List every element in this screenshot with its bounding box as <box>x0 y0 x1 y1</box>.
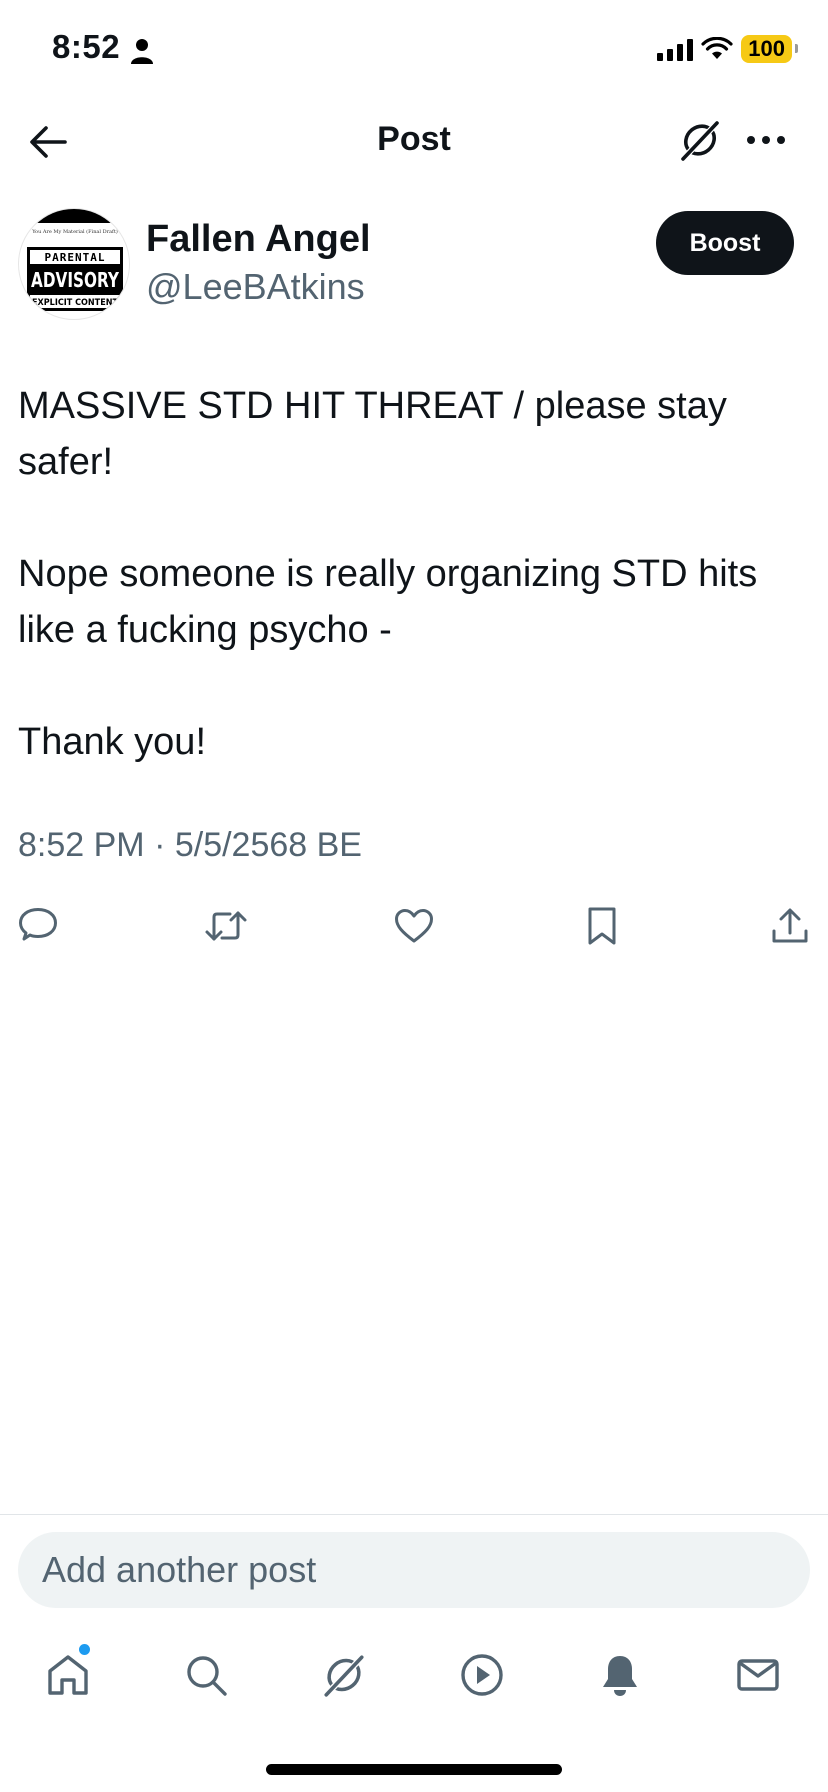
bookmark-button[interactable] <box>574 898 630 954</box>
home-icon <box>48 1655 88 1695</box>
svg-text:You Are My Material (Final Dra: You Are My Material (Final Draft) <box>31 228 118 235</box>
repost-icon <box>205 911 247 941</box>
tab-notifications[interactable] <box>590 1640 650 1710</box>
svg-text:ADVISORY: ADVISORY <box>31 268 119 292</box>
share-icon <box>772 908 808 943</box>
svg-text:EXPLICIT CONTENT: EXPLICIT CONTENT <box>32 298 119 308</box>
parental-advisory-logo: You Are My Material (Final Draft) PARENT… <box>19 209 129 311</box>
post-timestamp[interactable]: 8:52 PM · 5/5/2568 BE <box>18 826 362 865</box>
person-icon <box>131 39 153 64</box>
post-header: Post <box>0 100 828 180</box>
mail-icon <box>737 1659 779 1691</box>
tab-search[interactable] <box>176 1640 236 1710</box>
bookmark-icon <box>588 907 616 945</box>
svg-text:PARENTAL: PARENTAL <box>45 251 106 264</box>
post-paragraph: Nope someone is really organizing STD hi… <box>18 553 758 651</box>
like-button[interactable] <box>386 898 442 954</box>
share-button[interactable] <box>762 898 818 954</box>
author-name[interactable]: Fallen Angel <box>146 218 371 261</box>
more-options-button[interactable] <box>738 116 794 164</box>
grok-icon <box>679 119 721 162</box>
grok-icon <box>322 1654 366 1698</box>
heart-icon <box>395 909 433 943</box>
reply-icon <box>19 908 57 941</box>
notification-dot <box>79 1644 90 1655</box>
reply-input[interactable]: Add another post <box>18 1532 810 1608</box>
more-horizontal-icon <box>747 136 785 144</box>
grok-button[interactable] <box>676 116 724 164</box>
battery-indicator: 100 <box>741 35 798 63</box>
post-paragraph: Thank you! <box>18 721 206 763</box>
cellular-signal-icon <box>657 37 694 61</box>
tab-messages[interactable] <box>728 1640 788 1710</box>
status-indicators: 100 <box>657 34 798 64</box>
reply-placeholder: Add another post <box>42 1549 317 1590</box>
post-paragraph: MASSIVE STD HIT THREAT / please stay saf… <box>18 385 727 483</box>
play-icon <box>461 1654 503 1696</box>
boost-button[interactable]: Boost <box>656 211 794 275</box>
status-bar: 8:52 100 <box>0 0 828 100</box>
repost-button[interactable] <box>198 898 254 954</box>
status-time: 8:52 <box>52 28 121 65</box>
tab-home[interactable] <box>38 1640 98 1710</box>
tab-grok[interactable] <box>314 1640 374 1710</box>
divider <box>0 1514 828 1515</box>
author-handle[interactable]: @LeeBAtkins <box>146 266 365 308</box>
avatar[interactable]: You Are My Material (Final Draft) PARENT… <box>18 208 130 320</box>
post-actions <box>0 898 828 954</box>
post-text: MASSIVE STD HIT THREAT / please stay saf… <box>18 378 808 770</box>
reply-button[interactable] <box>10 898 66 954</box>
wifi-icon <box>701 37 733 59</box>
search-icon <box>187 1656 227 1696</box>
tab-video[interactable] <box>452 1640 512 1710</box>
bottom-tab-bar <box>0 1640 828 1710</box>
home-indicator <box>266 1764 562 1775</box>
bell-icon <box>603 1656 637 1696</box>
